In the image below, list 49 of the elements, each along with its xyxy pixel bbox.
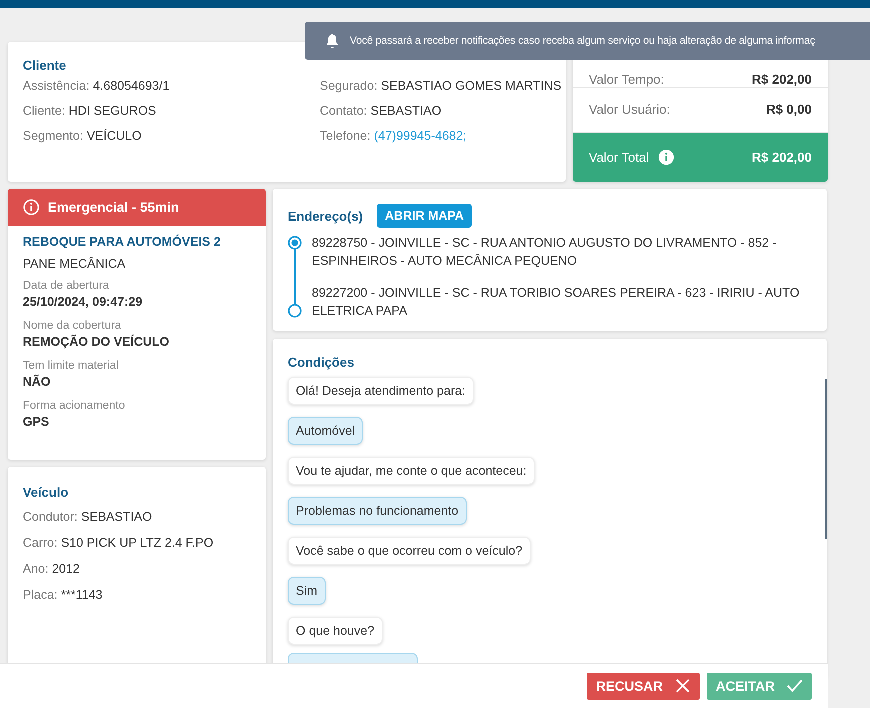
detail-value: GPS bbox=[23, 414, 50, 431]
vehicle-field: Ano: 2012 bbox=[23, 560, 251, 578]
address-text: 89227200 - JOINVILLE - SC - RUA TORIBIO SOARES PEREIRA - 623 - IRIRIU - AUTO ELETRICA PAPA bbox=[312, 285, 801, 320]
value-amount: R$ 202,00 bbox=[752, 72, 812, 86]
detail-value: REMOÇÃO DO VEÍCULO bbox=[23, 334, 171, 351]
detail-label: Tem limite material bbox=[23, 359, 120, 374]
value-label: Valor Total bbox=[589, 150, 650, 165]
card-title: Cliente bbox=[23, 58, 68, 73]
value-label: Valor Usuário: bbox=[589, 102, 670, 118]
client-field: Assistência: 4.68054693/1 bbox=[23, 77, 320, 95]
notification-text: Você passará a receber notificações caso receba algum serviço ou haja alteração de alguma informaç bbox=[350, 35, 816, 47]
client-field: Telefone: (47)99945-4682; bbox=[320, 127, 562, 145]
card-title: Condições bbox=[288, 355, 356, 370]
address-text: 89228750 - JOINVILLE - SC - RUA ANTONIO AUGUSTO DO LIVRAMENTO - 852 - ESPINHEIROS - AUTO MECÂNICA PEQUENO bbox=[312, 235, 778, 270]
value-amount: R$ 0,00 bbox=[766, 102, 812, 118]
answer-bubble: Automóvel bbox=[288, 417, 364, 445]
alert-icon bbox=[23, 199, 40, 216]
question-bubble: Olá! Deseja atendimento para: bbox=[288, 377, 474, 405]
info-icon bbox=[658, 149, 676, 166]
open-map-button[interactable]: ABRIR MAPA bbox=[377, 204, 472, 228]
client-field: Segmento: VEÍCULO bbox=[23, 127, 320, 145]
card-title: Endereço(s) bbox=[288, 208, 364, 224]
detail-label: Data de abertura bbox=[23, 279, 110, 294]
reject-button[interactable]: RECUSAR bbox=[587, 672, 700, 700]
close-icon bbox=[675, 679, 691, 693]
question-bubble: Vou te ajudar, me conte o que aconteceu: bbox=[288, 457, 535, 485]
card-title: Veículo bbox=[23, 485, 70, 500]
question-bubble: O que houve? bbox=[288, 617, 383, 645]
vehicle-field: Carro: S10 PICK UP LTZ 2.4 F.PO bbox=[23, 534, 251, 552]
detail-label: Forma acionamento bbox=[23, 399, 126, 414]
service-subtitle: PANE MECÂNICA bbox=[23, 257, 127, 271]
accept-button[interactable]: ACEITAR bbox=[707, 672, 812, 700]
check-icon bbox=[787, 679, 803, 693]
client-field: Segurado: SEBASTIAO GOMES MARTINS bbox=[320, 77, 562, 95]
priority-text: Emergencial - 55min bbox=[48, 200, 180, 215]
client-field: Cliente: HDI SEGUROS bbox=[23, 102, 320, 120]
client-field: Contato: SEBASTIAO bbox=[320, 102, 562, 120]
detail-value: NÃO bbox=[23, 374, 52, 391]
value-amount: R$ 202,00 bbox=[752, 150, 812, 165]
answer-bubble: Sim bbox=[288, 577, 326, 605]
detail-label: Nome da cobertura bbox=[23, 319, 122, 334]
question-bubble: Você sabe o que ocorreu com o veículo? bbox=[288, 537, 531, 565]
value-label: Valor Tempo: bbox=[589, 72, 664, 86]
bell-icon bbox=[325, 33, 340, 49]
detail-value: 25/10/2024, 09:47:29 bbox=[23, 294, 144, 311]
answer-bubble: Problemas no funcionamento bbox=[288, 497, 467, 525]
vehicle-field: Placa: ***1143 bbox=[23, 586, 251, 604]
vehicle-field: Condutor: SEBASTIAO bbox=[23, 508, 251, 526]
service-title: REBOQUE PARA AUTOMÓVEIS 2 bbox=[23, 235, 222, 249]
